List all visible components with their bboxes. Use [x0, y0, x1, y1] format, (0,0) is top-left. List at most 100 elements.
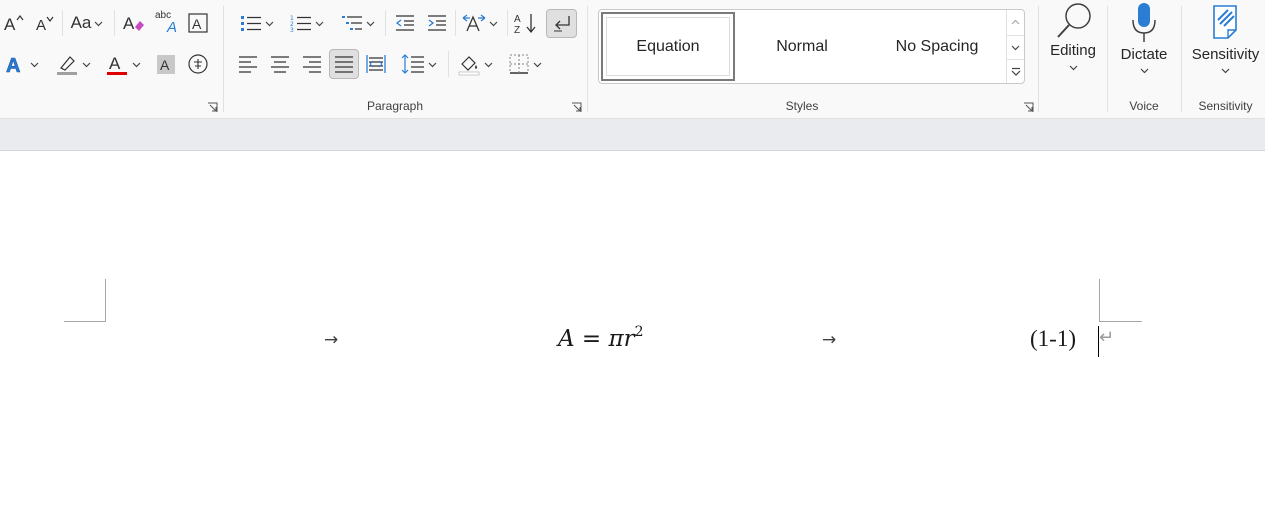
equation-var-r: r	[623, 326, 635, 352]
dictate-button[interactable]: Dictate	[1113, 0, 1175, 75]
text-direction-button[interactable]	[459, 10, 501, 36]
text-effects-button[interactable]: A	[2, 51, 42, 77]
paragraph-mark-icon	[553, 15, 570, 31]
chevron-up-icon	[1011, 19, 1020, 25]
chevron-down-icon	[484, 62, 493, 67]
equation[interactable]: A = πr2	[558, 324, 644, 352]
svg-text:A: A	[109, 54, 121, 73]
decrease-indent-icon	[395, 15, 414, 31]
highlight-color-button[interactable]	[52, 51, 94, 77]
paragraph-mark: ↵	[1099, 327, 1115, 348]
more-styles-icon	[1011, 67, 1020, 76]
styles-scroll-up-button[interactable]	[1006, 10, 1024, 35]
crop-mark-right-horizontal	[1099, 321, 1142, 322]
svg-text:A: A	[4, 15, 16, 33]
increase-indent-button[interactable]	[425, 10, 449, 36]
shrink-font-button[interactable]: A	[33, 10, 57, 36]
clear-formatting-button[interactable]: A	[120, 10, 146, 36]
sensitivity-button-label: Sensitivity	[1191, 46, 1260, 63]
decrease-indent-button[interactable]	[393, 10, 417, 36]
change-case-button[interactable]: Aa	[66, 10, 108, 36]
borders-button[interactable]	[504, 51, 546, 77]
character-border-icon: A	[188, 13, 208, 33]
font-color-button[interactable]: A	[102, 51, 144, 77]
chevron-down-icon	[489, 21, 498, 26]
chevron-down-icon	[366, 21, 375, 26]
svg-text:Z: Z	[514, 25, 520, 34]
styles-scroll-down-button[interactable]	[1006, 35, 1024, 59]
chevron-down-icon	[82, 62, 91, 67]
multilevel-list-button[interactable]	[337, 10, 379, 36]
chevron-down-icon	[94, 21, 103, 26]
tab-mark: →	[822, 330, 837, 350]
character-shading-icon: A	[157, 55, 175, 74]
chevron-down-icon	[1011, 45, 1020, 51]
style-normal[interactable]: Normal	[737, 12, 867, 81]
separator	[62, 10, 63, 36]
style-equation[interactable]: Equation	[601, 12, 735, 81]
styles-group-label: Styles	[785, 99, 819, 113]
change-case-label: Aa	[70, 13, 92, 32]
search-icon	[1057, 3, 1091, 38]
font-dialog-launcher[interactable]	[207, 100, 218, 112]
editing-label: Editing	[1050, 42, 1096, 59]
paragraph-group-label: Paragraph	[366, 99, 424, 113]
voice-group-label: Voice	[1129, 99, 1159, 113]
justify-button[interactable]	[329, 49, 359, 79]
sort-button[interactable]: AZ	[512, 10, 540, 36]
align-center-icon	[271, 56, 289, 73]
sensitivity-button[interactable]: Sensitivity	[1186, 0, 1265, 75]
text-effects-abc-button[interactable]: abc A	[153, 8, 181, 34]
chevron-down-icon	[30, 62, 39, 67]
clear-formatting-icon: A	[123, 14, 144, 33]
sensitivity-group-label: Sensitivity	[1198, 99, 1253, 113]
justify-icon	[335, 56, 353, 73]
shading-button[interactable]	[454, 51, 496, 77]
chevron-down-icon	[265, 21, 274, 26]
equation-pi: π	[608, 326, 624, 352]
svg-text:A: A	[166, 19, 177, 34]
text-effects-a-icon: A	[6, 55, 21, 75]
separator	[507, 10, 508, 36]
sort-icon: AZ	[514, 14, 536, 34]
ruler-band	[0, 119, 1265, 151]
increase-indent-icon	[428, 15, 446, 31]
distributed-button[interactable]	[364, 51, 388, 77]
bullets-button[interactable]	[236, 10, 278, 36]
character-shading-button[interactable]: A	[155, 51, 177, 77]
separator	[1038, 6, 1039, 112]
font-color-icon: A	[107, 54, 127, 75]
style-no-spacing[interactable]: No Spacing	[871, 12, 1003, 81]
editing-button[interactable]: Editing	[1044, 0, 1102, 72]
chevron-down-icon	[1140, 68, 1148, 74]
numbering-icon: 123	[290, 15, 311, 33]
highlighter-icon	[57, 56, 77, 75]
crop-mark-left-vertical	[105, 279, 106, 322]
grow-font-button[interactable]: A	[2, 10, 26, 36]
align-left-button[interactable]	[236, 51, 260, 77]
equation-exponent: 2	[634, 324, 644, 340]
svg-text:A: A	[192, 16, 202, 32]
enclose-characters-button[interactable]	[186, 51, 210, 77]
dictate-label: Dictate	[1120, 46, 1168, 63]
styles-dialog-launcher[interactable]	[1023, 100, 1034, 112]
dialog-launcher-icon	[1024, 102, 1034, 112]
separator	[455, 10, 456, 36]
svg-text:A: A	[514, 14, 521, 25]
character-border-button[interactable]: A	[186, 10, 210, 36]
styles-gallery: Equation Normal No Spacing	[598, 9, 1025, 84]
separator	[1107, 6, 1108, 112]
enclose-characters-icon	[188, 54, 208, 74]
paragraph-dialog-launcher[interactable]	[571, 100, 582, 112]
styles-more-button[interactable]	[1006, 59, 1024, 83]
line-spacing-button[interactable]	[398, 51, 440, 77]
borders-icon	[509, 54, 529, 74]
crop-mark-left-horizontal	[64, 321, 106, 322]
chevron-down-icon	[315, 21, 324, 26]
show-hide-marks-button[interactable]	[546, 9, 577, 38]
align-right-button[interactable]	[300, 51, 324, 77]
chevron-down-icon	[428, 62, 437, 67]
distributed-icon	[366, 55, 386, 73]
numbering-button[interactable]: 123	[286, 10, 328, 36]
align-center-button[interactable]	[268, 51, 292, 77]
